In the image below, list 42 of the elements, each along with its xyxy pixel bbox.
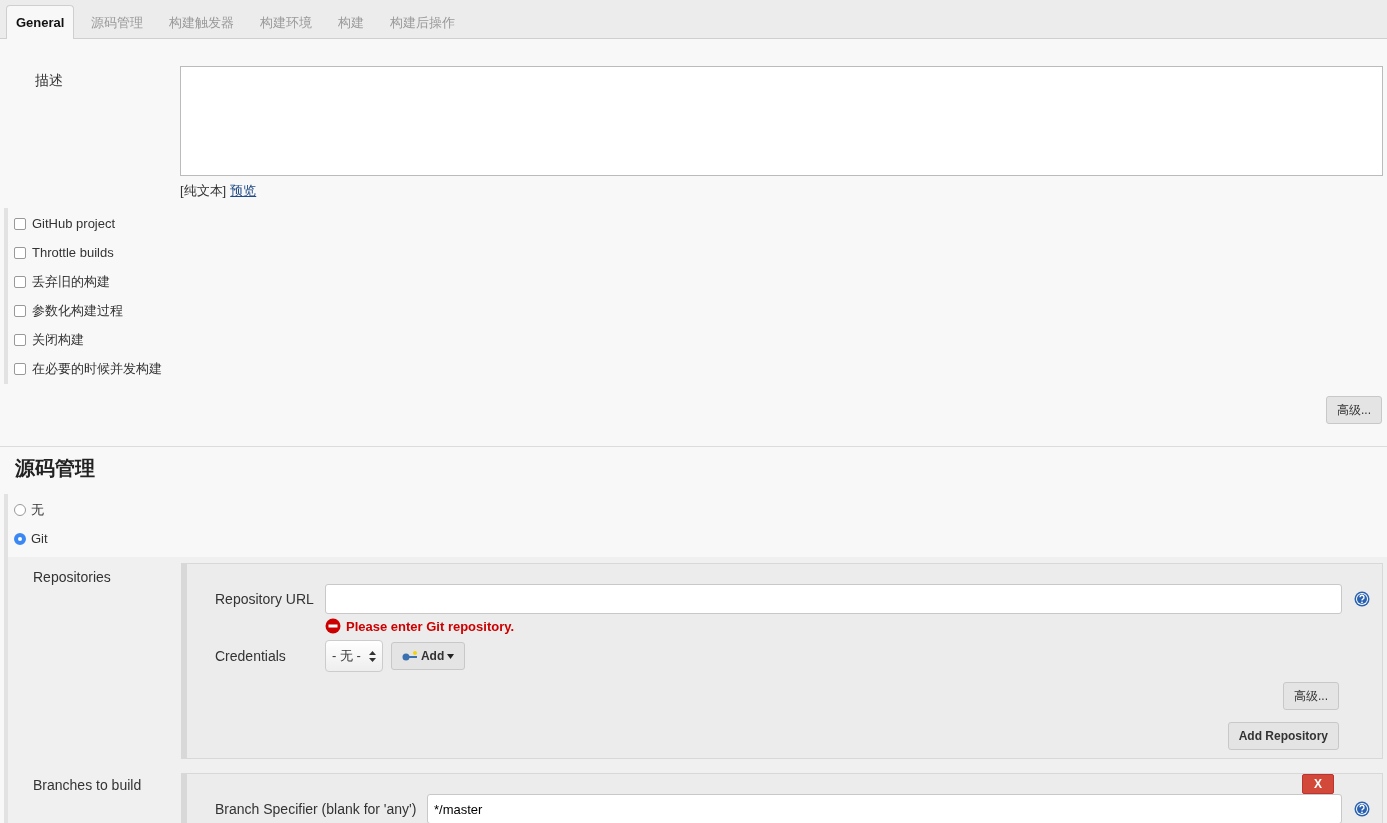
- delete-button[interactable]: X: [1302, 774, 1334, 794]
- checkbox[interactable]: [14, 217, 26, 230]
- field-label: Repositories: [32, 568, 112, 587]
- option-label: GitHub project: [32, 216, 116, 231]
- help-icon[interactable]: [1354, 591, 1370, 607]
- add-repository-button[interactable]: Add Repository: [1227, 722, 1339, 750]
- option-label: Throttle builds: [32, 245, 114, 260]
- checkbox[interactable]: [14, 362, 26, 375]
- add-button[interactable]: Add: [390, 642, 466, 670]
- branch-specifier-field[interactable]: */master: [427, 794, 1342, 823]
- field-label: 描述: [34, 71, 64, 90]
- section-heading: 源码管理: [14, 456, 96, 481]
- radio-button[interactable]: [14, 503, 26, 516]
- option-label: 参数化构建过程: [32, 301, 123, 320]
- caret-icon: [368, 650, 376, 662]
- error-icon: [325, 618, 341, 634]
- option-label: 在必要的时候并发构建: [32, 359, 162, 378]
- format-label: [纯文本]: [180, 183, 227, 198]
- repository-url-field[interactable]: [325, 584, 1342, 614]
- field-label: Branches to build: [32, 776, 143, 795]
- checkbox[interactable]: [14, 275, 26, 288]
- caret-icon: [447, 653, 455, 659]
- option-label: 无: [31, 500, 44, 519]
- preview-link[interactable]: 预览: [230, 183, 257, 198]
- option-label: 关闭构建: [32, 330, 84, 349]
- checkbox[interactable]: [14, 246, 26, 259]
- advanced-button[interactable]: 高级...: [1326, 396, 1382, 424]
- field-label: Repository URL: [214, 591, 315, 607]
- description-field[interactable]: [180, 66, 1383, 176]
- radio-button[interactable]: [14, 532, 26, 545]
- option-label: 丢弃旧的构建: [32, 272, 110, 291]
- field-label: Credentials: [214, 648, 287, 664]
- advanced-button[interactable]: 高级...: [1283, 682, 1339, 710]
- checkbox[interactable]: [14, 304, 26, 317]
- option-label: Git: [31, 531, 48, 546]
- field-label: Branch Specifier (blank for 'any'): [214, 801, 418, 817]
- credentials-select[interactable]: - 无 -: [325, 640, 383, 672]
- error-message: Please enter Git repository.: [346, 618, 515, 634]
- help-icon[interactable]: [1354, 801, 1370, 817]
- key-icon: [401, 651, 418, 661]
- tab[interactable]: General: [6, 5, 75, 39]
- checkbox[interactable]: [14, 333, 26, 346]
